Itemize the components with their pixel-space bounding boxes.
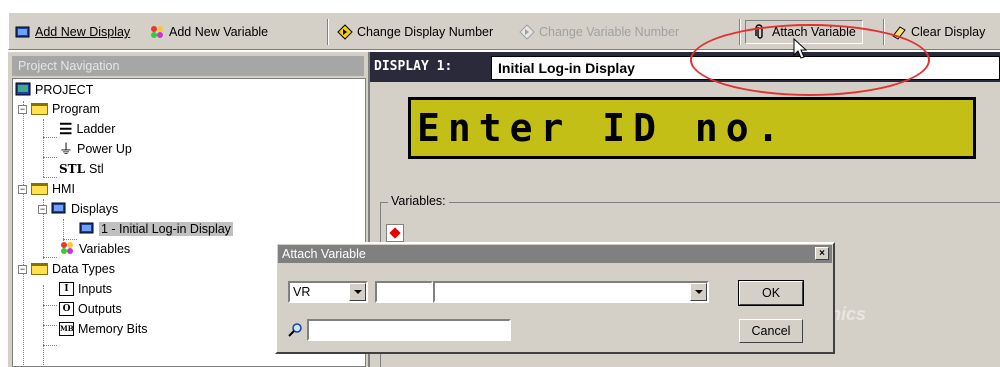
variable-type-select[interactable]: VR	[288, 281, 368, 303]
tree-line	[63, 219, 64, 241]
project-navigation-title: Project Navigation	[12, 56, 364, 76]
tree-label: Memory Bits	[78, 322, 148, 336]
change-display-number-label: Change Display Number	[357, 25, 494, 39]
variable-icon	[149, 24, 165, 40]
lcd-text: Enter ID no.	[417, 106, 788, 150]
close-icon[interactable]: ×	[815, 247, 829, 260]
tree-item-stl[interactable]: STL Stl	[59, 159, 104, 179]
clear-display-label: Clear Display	[911, 25, 986, 39]
folder-icon	[31, 183, 48, 195]
input-icon: I	[59, 282, 74, 296]
tree-item-hmi[interactable]: − HMI	[18, 179, 75, 199]
tree-line	[43, 157, 57, 158]
diamond-arrow-icon	[519, 24, 535, 40]
variable-marker-icon[interactable]	[386, 224, 404, 242]
tree-item-memory-bits[interactable]: MB Memory Bits	[59, 319, 147, 339]
tree-line	[43, 305, 57, 306]
attach-variable-dialog: Attach Variable × VR OK Cancel	[275, 242, 835, 354]
folder-icon	[31, 103, 48, 115]
collapse-icon[interactable]: −	[18, 184, 27, 194]
collapse-icon[interactable]: −	[38, 204, 47, 214]
tree-label: Displays	[71, 202, 119, 216]
variable-type-value: VR	[293, 285, 311, 299]
tree-line	[43, 137, 57, 138]
dialog-title: Attach Variable	[282, 247, 366, 261]
variable-icon	[59, 241, 75, 258]
ladder-icon: ☰	[59, 121, 73, 138]
add-new-variable-label: Add New Variable	[169, 25, 269, 39]
brand-logo-faint: nics	[830, 304, 867, 324]
lcd-preview[interactable]: Enter ID no.	[408, 97, 976, 159]
display-icon	[15, 24, 31, 40]
mouse-cursor-icon	[793, 37, 808, 63]
cancel-button[interactable]: Cancel	[739, 319, 803, 343]
output-icon: O	[59, 302, 74, 316]
add-new-display-button[interactable]: Add New Display	[15, 21, 130, 43]
folder-icon	[31, 263, 48, 275]
tree-item-outputs[interactable]: O Outputs	[59, 299, 122, 319]
diamond-arrow-icon	[337, 24, 353, 40]
tree-item-display-1[interactable]: 1 - Initial Log-in Display	[79, 219, 233, 239]
toolbar-separator	[327, 19, 329, 45]
tree-item-displays[interactable]: − Displays	[38, 199, 118, 219]
tree-label: Outputs	[78, 302, 122, 316]
tree-label: Inputs	[78, 282, 113, 296]
tree-line	[43, 119, 44, 177]
variable-name-select[interactable]	[433, 281, 709, 303]
tree-label: Data Types	[52, 262, 116, 276]
display-icon	[51, 201, 67, 218]
tree-item-ladder[interactable]: ☰ Ladder	[59, 119, 115, 139]
change-variable-number-label: Change Variable Number	[539, 25, 680, 39]
tree-item-data-types[interactable]: − Data Types	[18, 259, 115, 279]
project-icon	[15, 82, 31, 99]
ok-button[interactable]: OK	[738, 280, 804, 306]
tree-label: Stl	[89, 162, 104, 176]
display-number-label: DISPLAY 1:	[374, 59, 453, 74]
collapse-icon[interactable]: −	[18, 104, 27, 114]
chevron-down-icon[interactable]	[690, 283, 707, 301]
stl-icon: STL	[59, 162, 86, 176]
display-icon	[79, 221, 95, 238]
tree-line	[43, 325, 57, 326]
dialog-title-bar: Attach Variable ×	[278, 245, 832, 263]
variable-number-field[interactable]	[375, 281, 433, 303]
tree-line	[23, 101, 24, 365]
tree-item-inputs[interactable]: I Inputs	[59, 279, 112, 299]
tree-item-power-up[interactable]: ⏚ Power Up	[59, 139, 132, 159]
chevron-down-icon[interactable]	[349, 283, 366, 301]
tree-line	[43, 345, 57, 346]
tree-item-variables[interactable]: Variables	[59, 239, 130, 259]
collapse-icon[interactable]: −	[18, 264, 27, 274]
plug-icon: ⏚	[59, 141, 73, 157]
tree-line	[43, 257, 57, 258]
annotation-ellipse	[690, 24, 930, 96]
tree-label: Power Up	[77, 142, 132, 156]
tree-label: Ladder	[76, 122, 116, 136]
memory-bit-icon: MB	[59, 322, 74, 336]
tree-label: Program	[52, 102, 100, 116]
search-input[interactable]	[307, 319, 511, 341]
tree-label: Variables	[79, 242, 131, 256]
tree-line	[43, 177, 57, 178]
tree-label: HMI	[52, 182, 75, 196]
variables-label: Variables:	[388, 194, 449, 208]
tree-item-program[interactable]: − Program	[18, 99, 100, 119]
search-icon[interactable]	[287, 322, 303, 341]
tree-label: 1 - Initial Log-in Display	[99, 222, 233, 236]
tree-item-project[interactable]: PROJECT	[15, 80, 93, 100]
change-display-number-button[interactable]: Change Display Number	[337, 21, 493, 43]
add-new-display-label: Add New Display	[35, 25, 131, 39]
change-variable-number-button[interactable]: Change Variable Number	[519, 21, 679, 43]
tree-label: PROJECT	[35, 83, 94, 97]
add-new-variable-button[interactable]: Add New Variable	[149, 21, 268, 43]
